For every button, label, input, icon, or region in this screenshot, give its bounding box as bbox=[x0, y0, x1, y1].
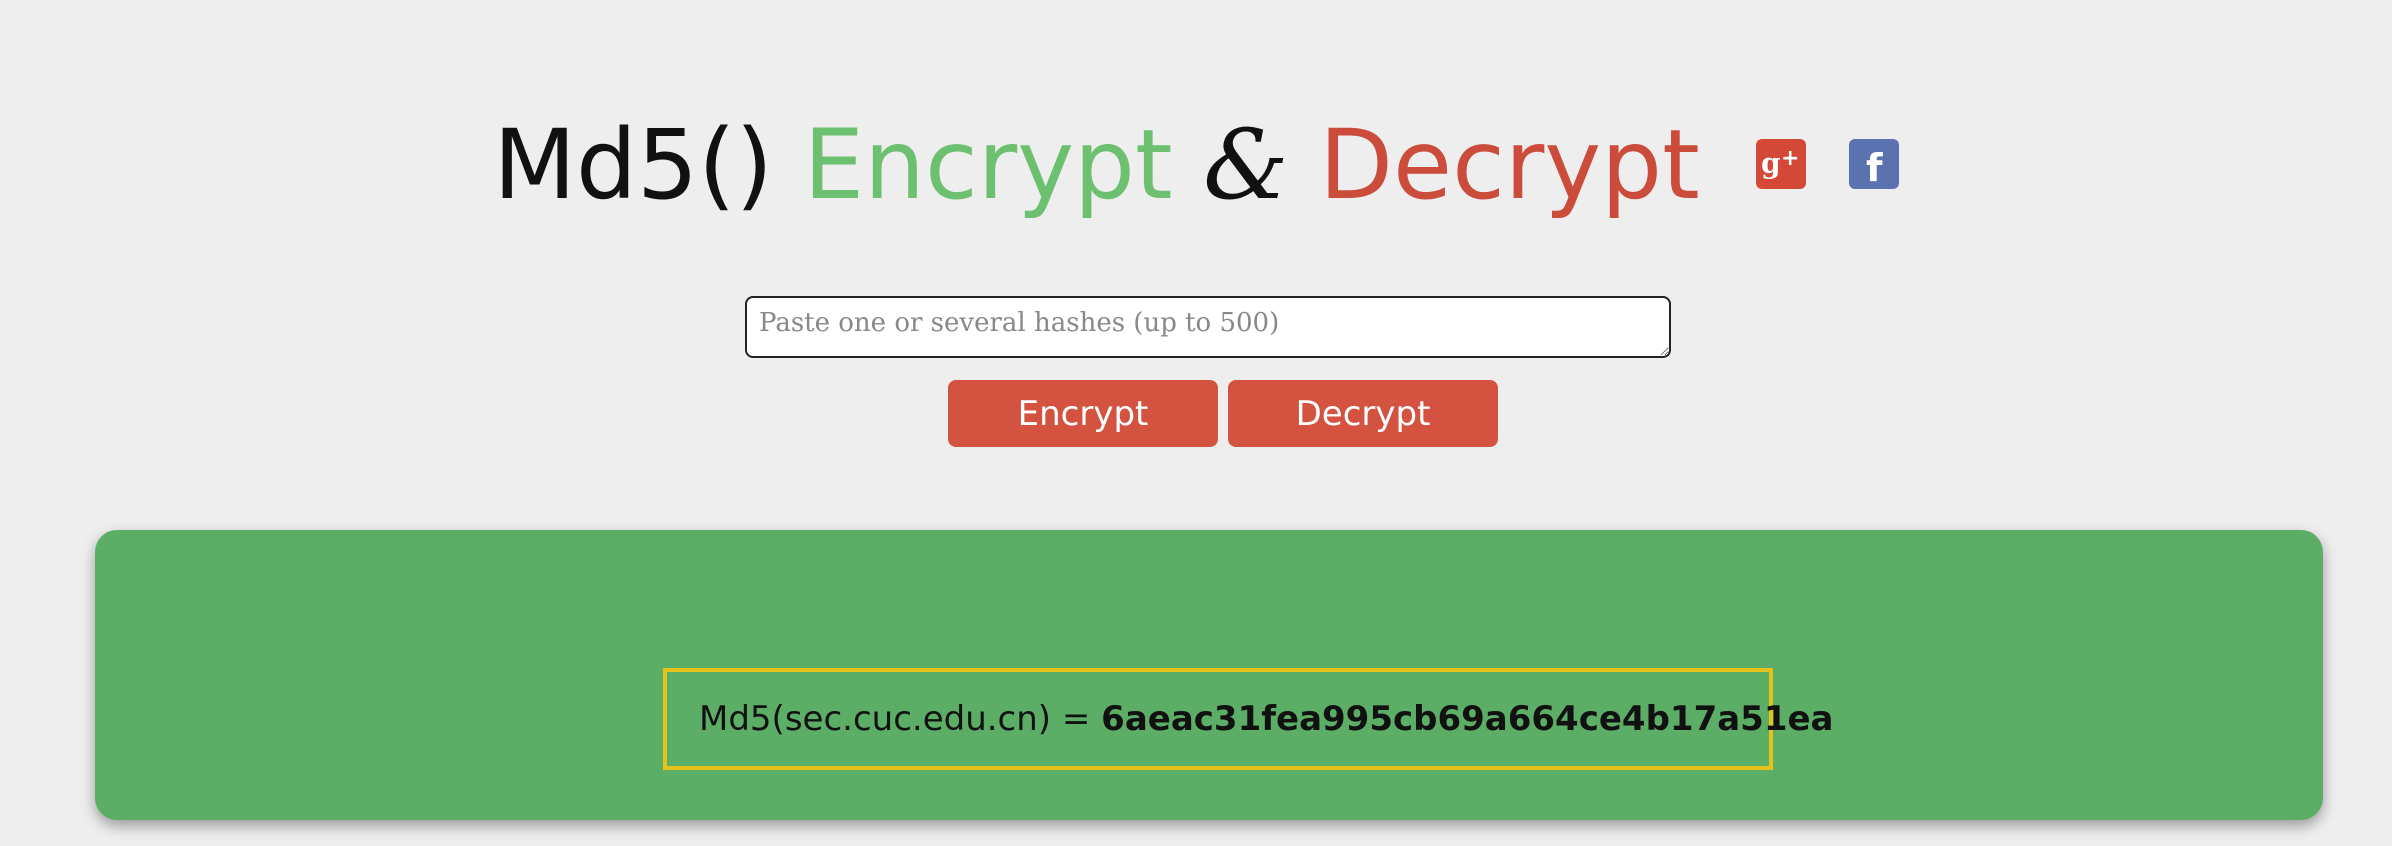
svg-text:f: f bbox=[1866, 146, 1883, 189]
facebook-icon[interactable]: f bbox=[1848, 138, 1899, 189]
google-plus-icon[interactable]: g + bbox=[1756, 138, 1807, 189]
result-panel: Md5(sec.cuc.edu.cn) = 6aeac31fea995cb69a… bbox=[95, 530, 2323, 820]
title-decrypt: Decrypt bbox=[1319, 109, 1700, 221]
result-prefix: Md5(sec.cuc.edu.cn) = bbox=[699, 699, 1102, 739]
encrypt-button[interactable]: Encrypt bbox=[948, 380, 1218, 447]
decrypt-button[interactable]: Decrypt bbox=[1228, 380, 1498, 447]
result-box: Md5(sec.cuc.edu.cn) = 6aeac31fea995cb69a… bbox=[663, 668, 1834, 770]
title-md5: Md5() bbox=[493, 109, 773, 221]
title-encrypt: Encrypt bbox=[803, 109, 1173, 221]
page-title: Md5() Encrypt & Decrypt g + f bbox=[0, 100, 2392, 230]
result-hash: 6aeac31fea995cb69a664ce4b17a51ea bbox=[1101, 699, 1834, 739]
hash-input[interactable] bbox=[745, 296, 1671, 358]
title-ampersand: & bbox=[1203, 109, 1289, 221]
svg-text:+: + bbox=[1781, 146, 1799, 171]
svg-text:g: g bbox=[1761, 147, 1781, 180]
